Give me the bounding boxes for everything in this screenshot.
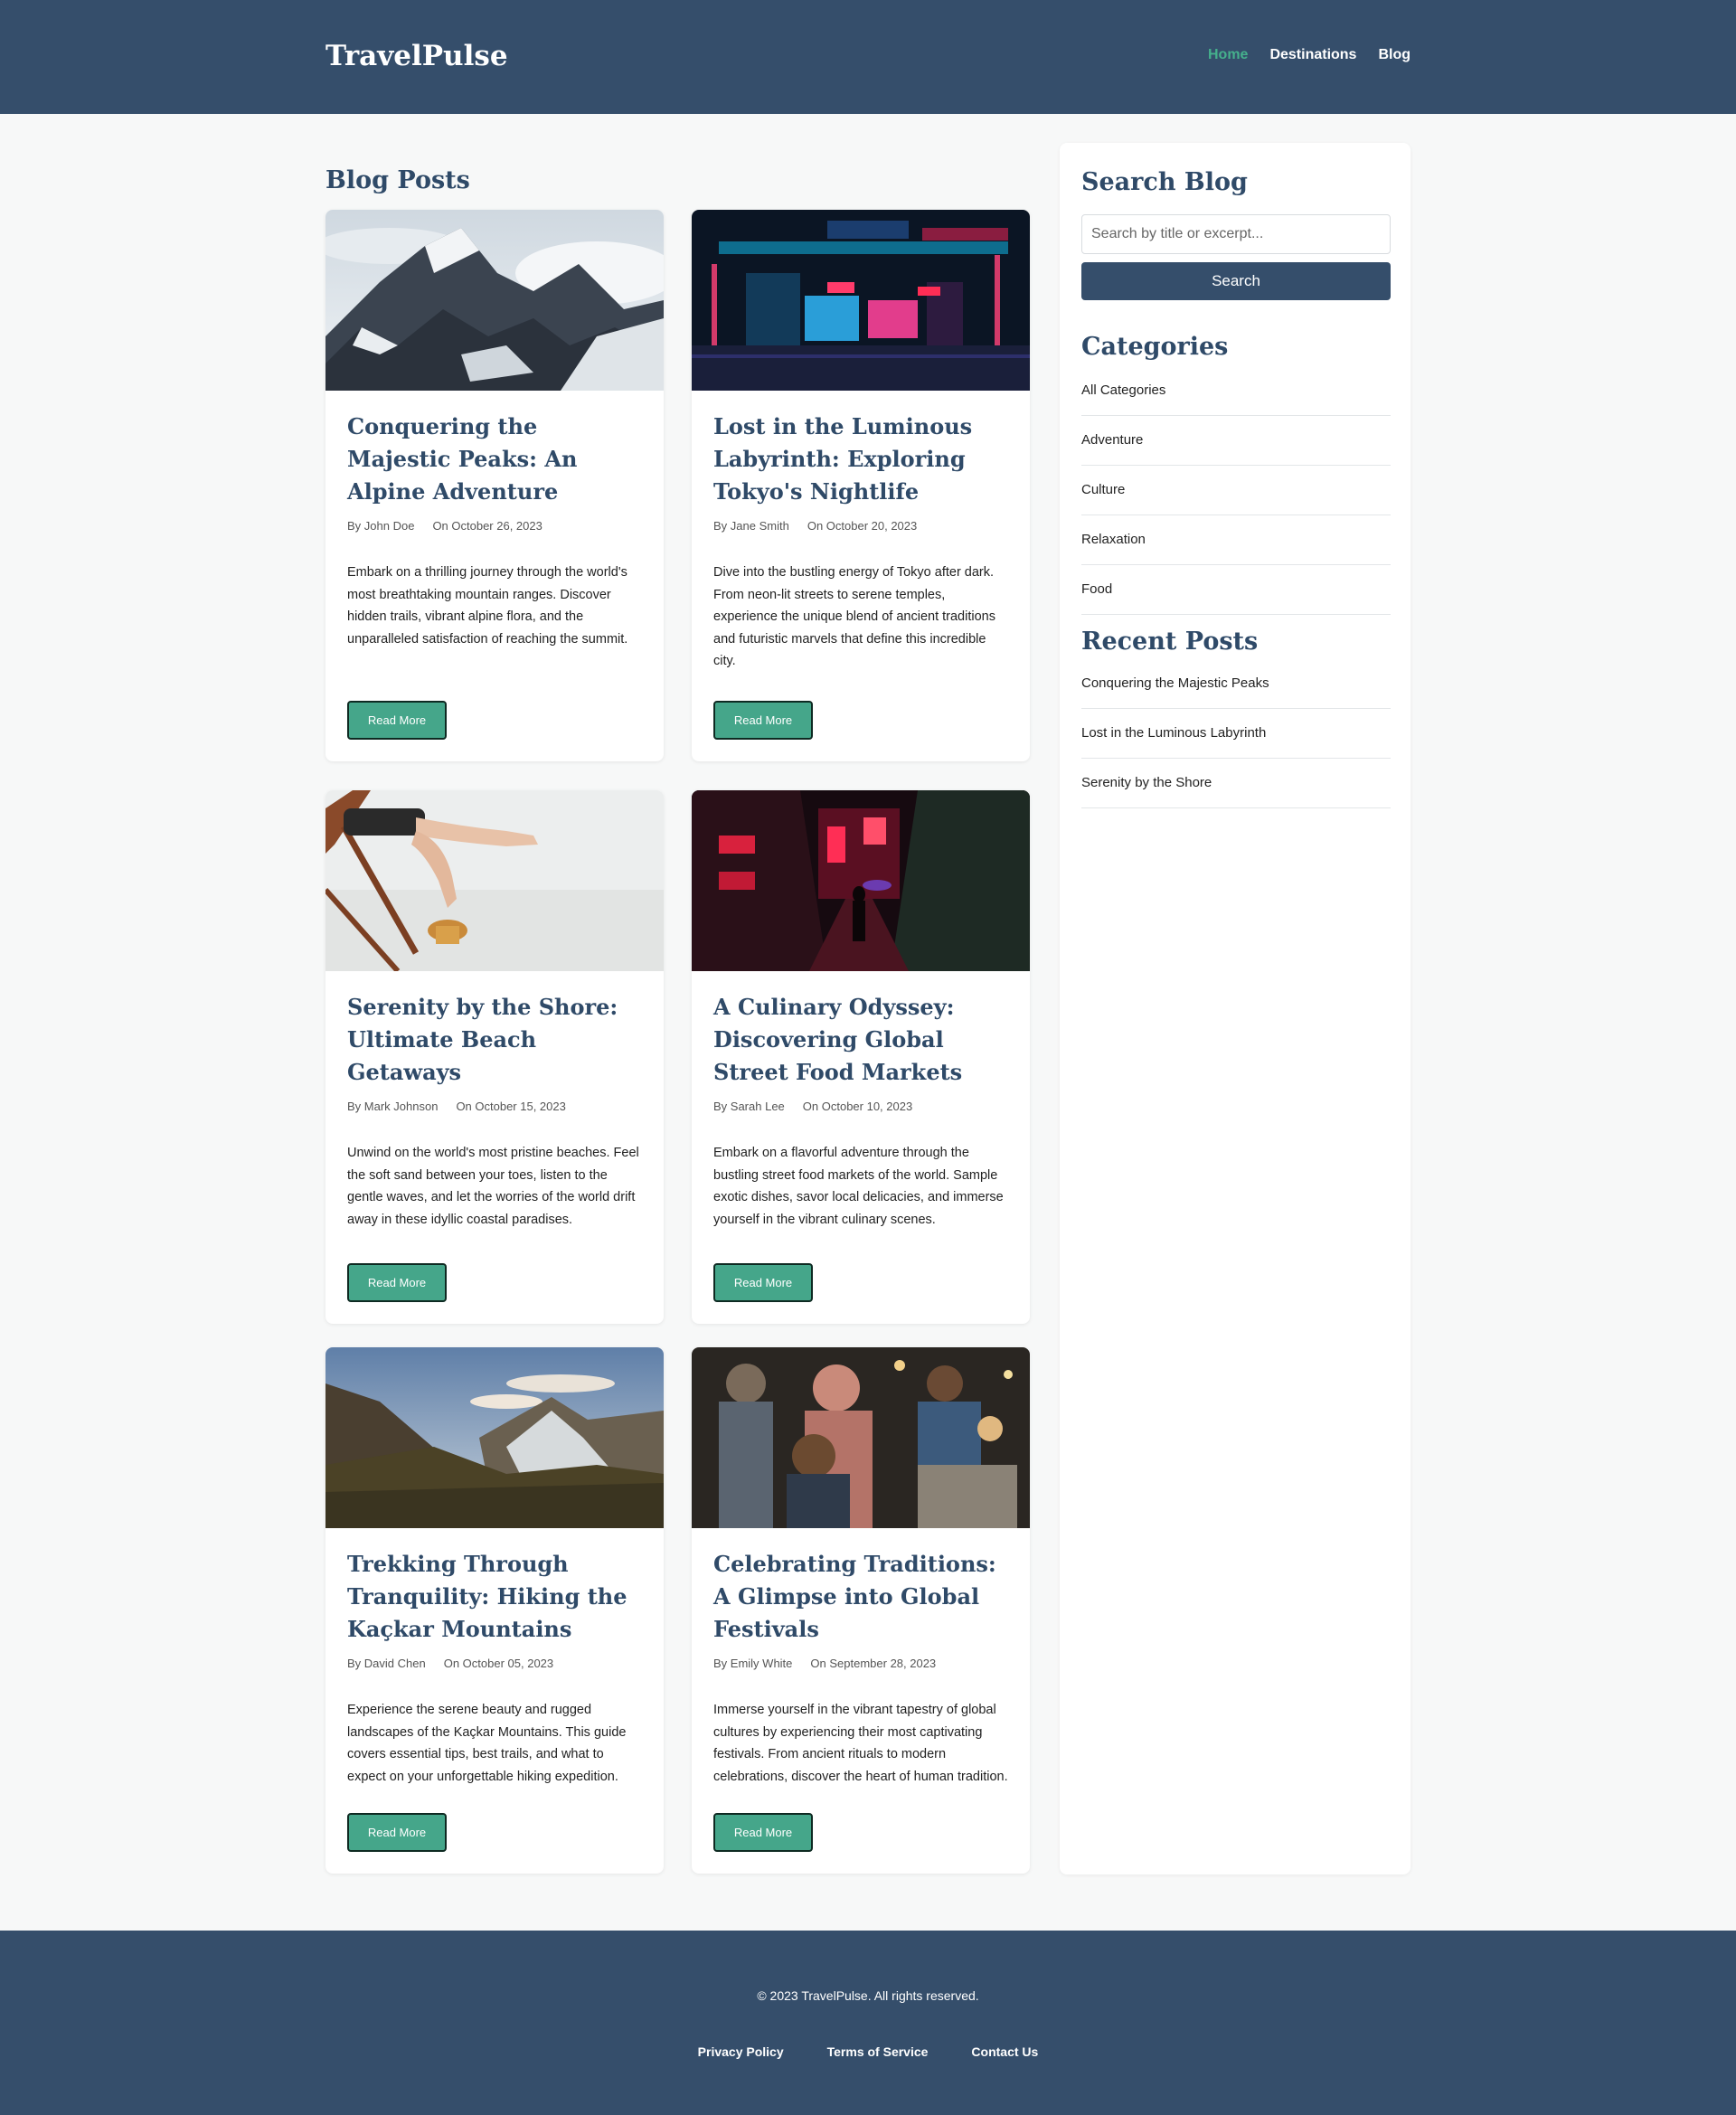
post-image-neon-alley[interactable] (692, 790, 1030, 971)
post-image-beach-chair[interactable] (326, 790, 664, 971)
post-card: A Culinary Odyssey: Discovering Global S… (692, 790, 1030, 1324)
privacy-policy-link[interactable]: Privacy Policy (698, 2044, 784, 2059)
section-title: Blog Posts (326, 166, 470, 194)
read-more-button[interactable]: Read More (713, 701, 813, 740)
terms-of-service-link[interactable]: Terms of Service (827, 2044, 929, 2059)
post-date: On October 26, 2023 (432, 519, 542, 533)
footer-links: Privacy Policy Terms of Service Contact … (0, 2044, 1736, 2059)
category-list: All Categories Adventure Culture Relaxat… (1081, 366, 1391, 615)
post-title[interactable]: Conquering the Majestic Peaks: An Alpine… (347, 411, 642, 508)
read-more-button[interactable]: Read More (347, 701, 447, 740)
post-card: Serenity by the Shore: Ultimate Beach Ge… (326, 790, 664, 1324)
main-content: Blog Posts Conquering the Majestic Peaks… (0, 114, 1736, 1931)
post-image-mountain-peaks[interactable] (326, 210, 664, 391)
post-author: By Emily White (713, 1657, 793, 1670)
nav-destinations[interactable]: Destinations (1269, 47, 1356, 63)
post-meta: By Sarah Lee On October 10, 2023 (713, 1100, 1008, 1113)
post-meta: By Emily White On September 28, 2023 (713, 1657, 1008, 1670)
post-title[interactable]: A Culinary Odyssey: Discovering Global S… (713, 991, 1008, 1089)
post-excerpt: Immerse yourself in the vibrant tapestry… (713, 1703, 1008, 1784)
post-card: Celebrating Traditions: A Glimpse into G… (692, 1347, 1030, 1874)
post-author: By John Doe (347, 519, 415, 533)
post-author: By David Chen (347, 1657, 426, 1670)
post-title[interactable]: Celebrating Traditions: A Glimpse into G… (713, 1548, 1008, 1646)
post-excerpt: Dive into the bustling energy of Tokyo a… (713, 565, 995, 668)
post-image-tokyo-night[interactable] (692, 210, 1030, 391)
post-excerpt: Unwind on the world's most pristine beac… (347, 1146, 639, 1227)
contact-us-link[interactable]: Contact Us (971, 2044, 1038, 2059)
search-button[interactable]: Search (1081, 262, 1391, 300)
site-header: TravelPulse Home Destinations Blog (0, 0, 1736, 114)
search-input[interactable] (1081, 214, 1391, 254)
post-author: By Jane Smith (713, 519, 789, 533)
post-date: On October 20, 2023 (807, 519, 918, 533)
recent-post-link[interactable]: Serenity by the Shore (1081, 759, 1391, 808)
category-item[interactable]: Adventure (1081, 416, 1391, 466)
read-more-button[interactable]: Read More (347, 1263, 447, 1302)
site-footer: © 2023 TravelPulse. All rights reserved.… (0, 1931, 1736, 2115)
recent-post-link[interactable]: Conquering the Majestic Peaks (1081, 659, 1391, 709)
recent-posts-title: Recent Posts (1081, 628, 1259, 656)
post-title[interactable]: Serenity by the Shore: Ultimate Beach Ge… (347, 991, 642, 1089)
main-nav: Home Destinations Blog (1208, 47, 1410, 63)
recent-posts-list: Conquering the Majestic Peaks Lost in th… (1081, 659, 1391, 808)
categories-title: Categories (1081, 333, 1229, 361)
post-date: On September 28, 2023 (810, 1657, 937, 1670)
post-card: Lost in the Luminous Labyrinth: Explorin… (692, 210, 1030, 761)
post-excerpt: Embark on a flavorful adventure through … (713, 1146, 1004, 1227)
sidebar: Search Blog Search Categories All Catego… (1060, 143, 1410, 1874)
category-item[interactable]: All Categories (1081, 366, 1391, 416)
post-meta: By Mark Johnson On October 15, 2023 (347, 1100, 642, 1113)
post-title[interactable]: Lost in the Luminous Labyrinth: Explorin… (713, 411, 1008, 508)
read-more-button[interactable]: Read More (713, 1813, 813, 1852)
post-excerpt: Experience the serene beauty and rugged … (347, 1703, 627, 1784)
post-image-valley-hike[interactable] (326, 1347, 664, 1528)
post-author: By Mark Johnson (347, 1100, 439, 1113)
post-author: By Sarah Lee (713, 1100, 785, 1113)
post-meta: By John Doe On October 26, 2023 (347, 519, 642, 533)
post-title[interactable]: Trekking Through Tranquility: Hiking the… (347, 1548, 642, 1646)
post-card: Conquering the Majestic Peaks: An Alpine… (326, 210, 664, 761)
search-title: Search Blog (1081, 168, 1248, 196)
post-date: On October 15, 2023 (456, 1100, 566, 1113)
brand-logo[interactable]: TravelPulse (326, 40, 508, 72)
read-more-button[interactable]: Read More (713, 1263, 813, 1302)
read-more-button[interactable]: Read More (347, 1813, 447, 1852)
post-excerpt: Embark on a thrilling journey through th… (347, 565, 628, 647)
category-item[interactable]: Culture (1081, 466, 1391, 515)
post-date: On October 10, 2023 (802, 1100, 913, 1113)
category-item[interactable]: Food (1081, 565, 1391, 615)
nav-home[interactable]: Home (1208, 47, 1248, 63)
post-date: On October 05, 2023 (443, 1657, 554, 1670)
post-meta: By Jane Smith On October 20, 2023 (713, 519, 1008, 533)
post-image-festival-crowd[interactable] (692, 1347, 1030, 1528)
copyright-text: © 2023 TravelPulse. All rights reserved. (757, 1988, 979, 2003)
post-card: Trekking Through Tranquility: Hiking the… (326, 1347, 664, 1874)
recent-post-link[interactable]: Lost in the Luminous Labyrinth (1081, 709, 1391, 759)
nav-blog[interactable]: Blog (1378, 47, 1410, 63)
post-meta: By David Chen On October 05, 2023 (347, 1657, 642, 1670)
category-item[interactable]: Relaxation (1081, 515, 1391, 565)
